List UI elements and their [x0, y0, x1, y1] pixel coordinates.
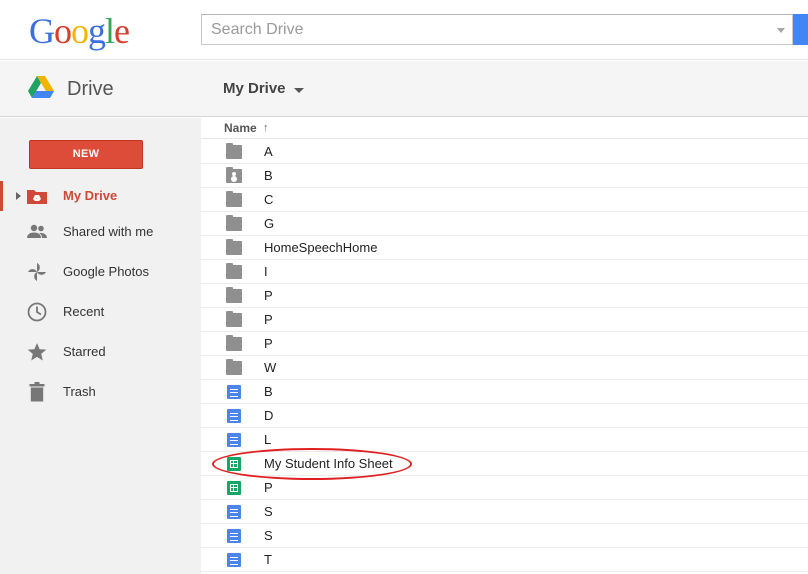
sidebar-item-google-photos[interactable]: Google Photos [0, 257, 201, 287]
folder-icon [226, 263, 242, 279]
file-row[interactable]: P [201, 284, 808, 308]
sidebar-item-label: My Drive [63, 188, 118, 203]
doc-icon [227, 409, 241, 423]
drive-logo-icon[interactable] [28, 76, 54, 100]
file-row[interactable]: G [201, 212, 808, 236]
logo-letter: e [114, 11, 130, 51]
folder-icon [226, 287, 242, 303]
location-label: My Drive [223, 80, 286, 97]
file-row[interactable]: C [201, 188, 808, 212]
file-row[interactable]: A [201, 140, 808, 164]
logo-letter: G [29, 11, 55, 51]
folder-icon [226, 239, 242, 255]
logo-letter: o [54, 11, 72, 51]
file-row[interactable]: HomeSpeechHome [201, 236, 808, 260]
sidebar-item-label: Starred [63, 344, 106, 359]
file-row[interactable]: S [201, 524, 808, 548]
folder-icon [226, 191, 242, 207]
sidebar-item-label: Google Photos [63, 264, 150, 279]
dropdown-arrow-icon [293, 87, 304, 93]
spreadsheet-icon [227, 481, 241, 495]
file-row[interactable]: L [201, 428, 808, 452]
active-indicator [0, 181, 3, 211]
sidebar-item-trash[interactable]: Trash [0, 377, 201, 407]
shared-people-icon [26, 221, 48, 243]
doc-icon [227, 553, 241, 567]
file-row[interactable]: T [201, 548, 808, 572]
file-name: P [264, 288, 273, 303]
file-row[interactable]: I [201, 260, 808, 284]
google-logo[interactable]: Google [29, 9, 130, 53]
file-name: W [264, 360, 277, 375]
column-header-name[interactable]: Name ↑ [201, 118, 808, 139]
folder-icon [226, 143, 242, 159]
file-name: T [264, 552, 272, 567]
search-button[interactable] [793, 14, 808, 45]
logo-letter: l [105, 11, 115, 51]
file-name: My Student Info Sheet [264, 456, 393, 471]
file-row[interactable]: D [201, 404, 808, 428]
file-row[interactable]: S [201, 500, 808, 524]
file-name: C [264, 192, 274, 207]
file-row[interactable]: W [201, 356, 808, 380]
my-drive-icon [26, 185, 48, 207]
sort-arrow-icon: ↑ [263, 122, 269, 134]
folder-icon [226, 311, 242, 327]
file-name: G [264, 216, 275, 231]
doc-icon [227, 505, 241, 519]
logo-letter: o [71, 11, 89, 51]
column-name-label: Name [224, 121, 257, 135]
file-row[interactable]: P [201, 308, 808, 332]
search-box[interactable] [201, 14, 793, 45]
sidebar-item-shared-with-me[interactable]: Shared with me [0, 217, 201, 247]
file-row[interactable]: P [201, 476, 808, 500]
file-row[interactable]: B [201, 380, 808, 404]
file-row-my-student-info-sheet[interactable]: My Student Info Sheet [201, 452, 808, 476]
doc-icon [227, 433, 241, 447]
file-name: P [264, 480, 273, 495]
sidebar: NEW My Drive Shared with me Google Photo… [0, 118, 201, 574]
file-name: P [264, 312, 273, 327]
sidebar-item-my-drive[interactable]: My Drive [0, 181, 201, 211]
doc-icon [227, 385, 241, 399]
file-name: A [264, 144, 273, 159]
doc-icon [227, 529, 241, 543]
file-name: B [264, 384, 273, 399]
file-name: D [264, 408, 274, 423]
shared-folder-icon [226, 167, 242, 183]
folder-icon [226, 359, 242, 375]
folder-icon [226, 215, 242, 231]
file-row[interactable]: B [201, 164, 808, 188]
photos-pinwheel-icon [26, 261, 48, 283]
star-icon [26, 341, 48, 363]
folder-icon [226, 335, 242, 351]
sidebar-item-label: Shared with me [63, 224, 154, 239]
search-options-caret-icon[interactable] [777, 28, 785, 33]
top-bar: Google [0, 0, 808, 60]
clock-icon [26, 301, 48, 323]
sidebar-item-starred[interactable]: Starred [0, 337, 201, 367]
location-dropdown[interactable]: My Drive [223, 79, 304, 99]
sidebar-item-label: Trash [63, 384, 96, 399]
file-name: B [264, 168, 273, 183]
search-input[interactable] [202, 15, 762, 44]
file-row[interactable]: P [201, 332, 808, 356]
new-button[interactable]: NEW [29, 140, 143, 169]
expand-arrow-icon[interactable] [16, 192, 21, 200]
trash-icon [26, 381, 48, 403]
spreadsheet-icon [227, 457, 241, 471]
drive-window: Google Drive My Drive NEW My Drive [0, 0, 808, 574]
file-name: I [264, 264, 268, 279]
sidebar-item-label: Recent [63, 304, 105, 319]
app-title[interactable]: Drive [67, 77, 114, 101]
logo-letter: g [88, 11, 106, 51]
file-name: S [264, 504, 273, 519]
file-name: L [264, 432, 272, 447]
drive-header: Drive My Drive [0, 61, 808, 117]
file-name: HomeSpeechHome [264, 240, 378, 255]
file-name: P [264, 336, 273, 351]
file-name: S [264, 528, 273, 543]
file-list: Name ↑ A B C G HomeSpeechHome I P P P W … [201, 118, 808, 574]
sidebar-item-recent[interactable]: Recent [0, 297, 201, 327]
